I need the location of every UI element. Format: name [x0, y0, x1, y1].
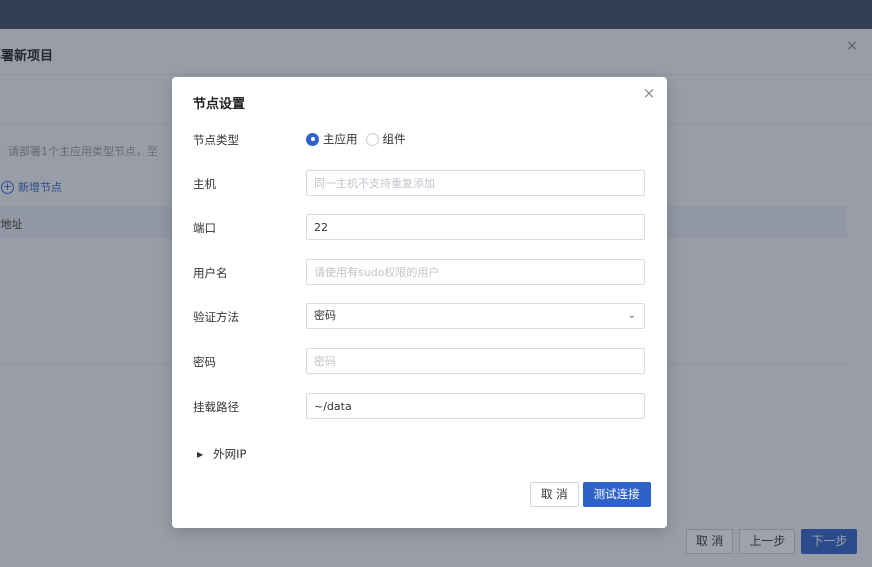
close-icon[interactable]: × [642, 85, 656, 101]
external-ip-label: 外网IP [213, 447, 247, 461]
external-ip-expander[interactable]: ▶ 外网IP [197, 446, 246, 462]
password-input[interactable] [306, 348, 645, 374]
password-row: 密码 [193, 348, 645, 374]
node-type-row: 节点类型 主应用 组件 [193, 126, 645, 152]
password-label: 密码 [193, 355, 216, 369]
radio-main-app[interactable]: 主应用 [306, 131, 358, 147]
auth-method-value: 密码 [314, 309, 336, 322]
test-connection-button[interactable]: 测试连接 [582, 482, 651, 507]
radio-unchecked-icon [365, 132, 379, 146]
username-label: 用户名 [193, 266, 228, 280]
cancel-button[interactable]: 取 消 [530, 482, 579, 507]
auth-method-label: 验证方法 [193, 310, 239, 324]
dialog-actions: 取 消 测试连接 [530, 482, 651, 507]
username-input[interactable] [306, 259, 645, 285]
radio-main-app-label: 主应用 [323, 132, 358, 146]
chevron-down-icon: ⌄ [627, 310, 636, 321]
host-input[interactable] [306, 170, 645, 196]
username-row: 用户名 [193, 259, 645, 285]
dialog-title: 节点设置 [193, 97, 246, 112]
mount-path-input[interactable] [306, 393, 645, 419]
host-label: 主机 [193, 177, 216, 191]
radio-checked-icon [306, 132, 319, 146]
mount-path-row: 挂载路径 [193, 393, 645, 419]
auth-method-select[interactable]: 密码 ⌄ [306, 303, 645, 329]
port-label: 端口 [193, 221, 216, 235]
node-type-radio-group: 主应用 组件 [306, 131, 406, 147]
auth-method-row: 验证方法 密码 ⌄ [193, 303, 645, 329]
radio-component[interactable]: 组件 [365, 131, 406, 147]
caret-right-icon: ▶ [197, 449, 204, 459]
node-type-label: 节点类型 [193, 133, 239, 147]
radio-component-label: 组件 [382, 132, 406, 146]
port-row: 端口 [193, 214, 645, 240]
node-settings-dialog: 节点设置 × 节点类型 主应用 组件 主机 端口 用户名 [172, 77, 667, 528]
mount-path-label: 挂载路径 [193, 400, 239, 414]
port-input[interactable] [306, 214, 645, 240]
host-row: 主机 [193, 170, 645, 196]
